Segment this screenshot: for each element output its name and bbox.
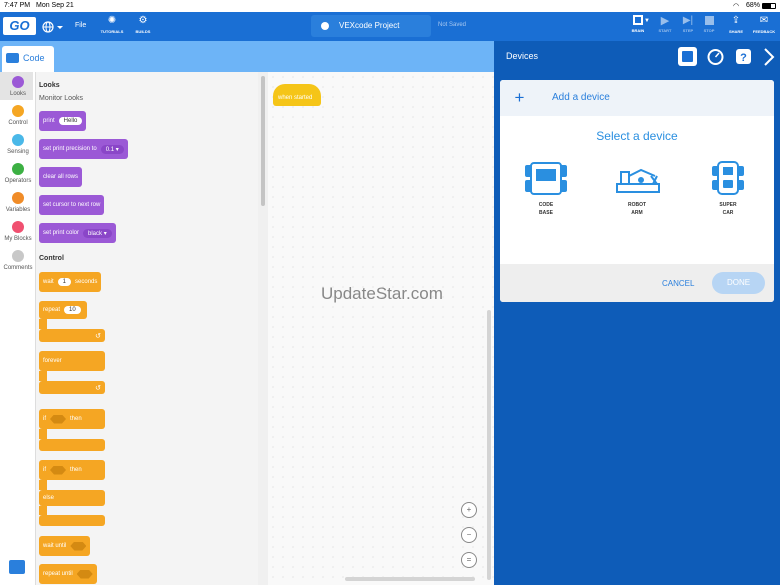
select-device-heading: Select a device: [596, 129, 678, 143]
block-if-then-else[interactable]: if then else: [39, 460, 105, 527]
share-icon: ⇪: [731, 15, 741, 26]
workspace-vscrollbar[interactable]: [487, 310, 491, 580]
block-forever[interactable]: forever ↺: [39, 351, 105, 394]
robot-arm-icon: [616, 168, 660, 193]
card-footer: CANCEL DONE: [500, 264, 774, 302]
devices-panel-button[interactable]: [678, 47, 697, 66]
zoom-in-icon: +: [466, 505, 472, 514]
builds-button[interactable]: ⚙ BUILDS: [131, 15, 155, 39]
project-name: VEXcode Project: [339, 21, 400, 30]
plus-icon: +: [514, 88, 525, 107]
status-time: 7:47 PM: [4, 2, 31, 9]
chevron-right-icon: [764, 48, 775, 66]
done-button[interactable]: DONE: [712, 272, 765, 294]
svg-text:?: ?: [740, 52, 747, 64]
device-selection-card: + Add a device Select a device CODE BASE…: [500, 80, 774, 302]
cancel-button[interactable]: CANCEL: [662, 279, 694, 288]
brain-icon: [633, 15, 643, 25]
category-my-blocks[interactable]: My Blocks: [0, 221, 36, 242]
tutorials-button[interactable]: ✺ TUTORIALS: [100, 15, 124, 39]
help-icon: ?: [736, 49, 751, 64]
category-comments[interactable]: Comments: [0, 250, 36, 271]
super-car-icon: [712, 161, 744, 195]
app-logo: GO: [3, 17, 36, 35]
block-clear-all-rows[interactable]: clear all rows: [39, 167, 83, 187]
tab-code[interactable]: Code: [2, 46, 54, 72]
zoom-out-button[interactable]: −: [461, 527, 477, 543]
category-variables[interactable]: Variables: [0, 192, 36, 213]
feedback-button[interactable]: ✉ FEEDBACK: [751, 15, 777, 39]
block-repeat-until[interactable]: repeat until: [39, 564, 97, 584]
gauge-icon: [707, 49, 724, 65]
control-heading: Control: [39, 255, 64, 262]
collapse-panel-button[interactable]: [762, 46, 776, 68]
battery-icon: [762, 3, 776, 9]
block-set-print-precision[interactable]: set print precision to 0.1 ▾: [39, 139, 128, 159]
block-palette: Looks Monitor Looks print Hello set print…: [36, 72, 258, 585]
dashboard-button[interactable]: [706, 47, 725, 66]
block-set-cursor-next-row[interactable]: set cursor to next row: [39, 195, 105, 215]
condition-slot: [50, 414, 66, 424]
when-started-block[interactable]: when started: [273, 84, 321, 106]
device-super-car[interactable]: SUPER CAR: [702, 160, 754, 220]
palette-scrollbar[interactable]: [261, 76, 265, 206]
workspace-hscrollbar[interactable]: [345, 577, 475, 581]
builds-icon: ⚙: [138, 15, 148, 26]
start-button[interactable]: ▶ START: [653, 15, 677, 39]
block-wait-until[interactable]: wait until: [39, 536, 91, 556]
code-base-icon: [525, 162, 567, 195]
block-wait[interactable]: wait 1 seconds: [39, 272, 102, 292]
wifi-icon: ◠: [733, 3, 740, 10]
feedback-icon: ✉: [759, 15, 769, 26]
loop-arrow-icon: ↺: [95, 332, 101, 340]
globe-icon: [42, 21, 63, 33]
status-bar: 7:47 PM Mon Sep 21 ◠ 68%: [0, 0, 780, 12]
block-print[interactable]: print Hello: [39, 111, 87, 131]
project-status-icon: [321, 22, 329, 30]
add-device-row[interactable]: + Add a device: [500, 80, 774, 116]
device-config-icon[interactable]: [9, 560, 25, 574]
equals-icon: =: [466, 555, 472, 564]
category-sensing[interactable]: Sensing: [0, 134, 36, 155]
zoom-reset-button[interactable]: =: [461, 552, 477, 568]
looks-heading: Looks: [39, 82, 60, 89]
block-if-then[interactable]: if then: [39, 409, 105, 452]
file-menu[interactable]: File: [75, 22, 86, 29]
block-set-print-color[interactable]: set print color black ▾: [39, 223, 116, 243]
chevron-down-icon[interactable]: ▼: [644, 18, 650, 24]
battery-percent: 68%: [746, 2, 761, 9]
category-nav: Looks Control Sensing Operators Variable…: [0, 72, 36, 585]
save-status: Not Saved: [438, 22, 467, 28]
language-menu[interactable]: [42, 20, 64, 34]
stop-icon: [704, 16, 714, 25]
brain-icon: [682, 51, 693, 62]
zoom-out-icon: −: [466, 530, 472, 539]
status-date: Mon Sep 21: [36, 2, 74, 9]
device-code-base[interactable]: CODE BASE: [520, 160, 572, 220]
devices-title: Devices: [506, 51, 539, 61]
share-button[interactable]: ⇪ SHARE: [724, 15, 748, 39]
zoom-in-button[interactable]: +: [461, 502, 477, 518]
condition-slot: [76, 569, 93, 579]
category-operators[interactable]: Operators: [0, 163, 36, 184]
category-looks[interactable]: Looks: [0, 76, 36, 97]
loop-arrow-icon: ↺: [95, 384, 101, 392]
watermark: UpdateStar.com: [321, 284, 443, 303]
code-blocks-icon: [6, 53, 19, 63]
block-repeat[interactable]: repeat 10 ↺: [39, 301, 105, 343]
tab-strip: [0, 41, 494, 72]
condition-slot: [70, 541, 87, 551]
stop-button[interactable]: STOP: [697, 15, 721, 39]
device-robot-arm[interactable]: ROBOT ARM: [611, 160, 663, 220]
help-button[interactable]: ?: [734, 47, 753, 66]
category-control[interactable]: Control: [0, 105, 36, 126]
lightbulb-icon: ✺: [107, 15, 117, 26]
play-icon: ▶: [660, 15, 670, 27]
project-name-field[interactable]: VEXcode Project: [311, 15, 431, 37]
condition-slot: [50, 465, 66, 475]
monitor-heading: Monitor Looks: [39, 95, 83, 102]
add-device-label: Add a device: [552, 92, 610, 103]
